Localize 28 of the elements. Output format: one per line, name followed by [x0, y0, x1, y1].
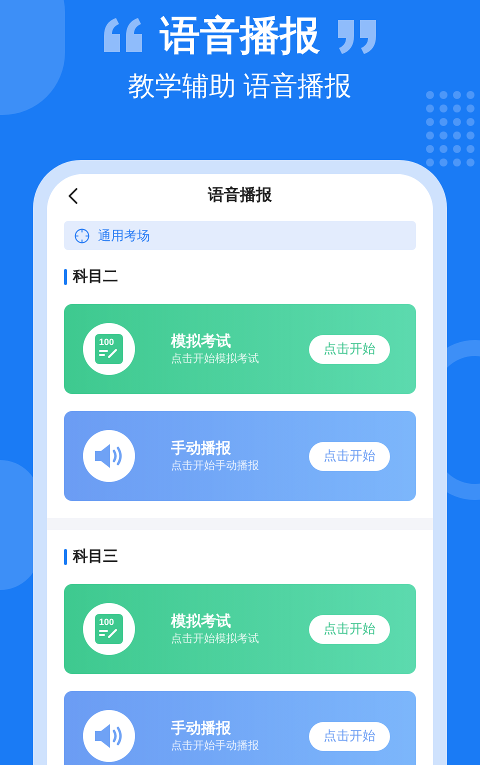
crosshair-icon [74, 228, 90, 244]
promo-title: 语音播报 [160, 13, 320, 60]
score-sheet-icon: 100 [83, 603, 135, 655]
start-button[interactable]: 点击开始 [309, 442, 390, 470]
score-sheet-icon: 100 [83, 323, 135, 375]
card-title: 手动播报 [171, 719, 232, 739]
card-title: 模拟考试 [171, 332, 232, 352]
card-subtitle: 点击开始手动播报 [171, 739, 260, 753]
location-bar[interactable]: 通用考场 [64, 221, 416, 250]
speaker-icon [83, 710, 135, 762]
quote-mark-icon [336, 18, 378, 54]
section-heading: 科目二 [73, 266, 118, 287]
start-button[interactable]: 点击开始 [309, 722, 390, 750]
start-button[interactable]: 点击开始 [309, 614, 390, 644]
section-heading: 科目三 [73, 546, 118, 567]
card-subtitle: 点击开始手动播报 [171, 459, 260, 473]
card-subtitle: 点击开始模拟考试 [171, 352, 260, 366]
card-title: 手动播报 [171, 439, 232, 459]
quote-mark-icon [102, 18, 144, 54]
start-button[interactable]: 点击开始 [309, 334, 390, 364]
section-marker [64, 549, 67, 565]
section-marker [64, 269, 67, 285]
card-title: 模拟考试 [171, 612, 232, 632]
speaker-icon [83, 430, 135, 482]
location-label: 通用考场 [98, 226, 150, 245]
promo-subtitle: 教学辅助 语音播报 [128, 70, 352, 103]
card-subtitle: 点击开始模拟考试 [171, 632, 260, 646]
screen-title: 语音播报 [208, 185, 272, 206]
